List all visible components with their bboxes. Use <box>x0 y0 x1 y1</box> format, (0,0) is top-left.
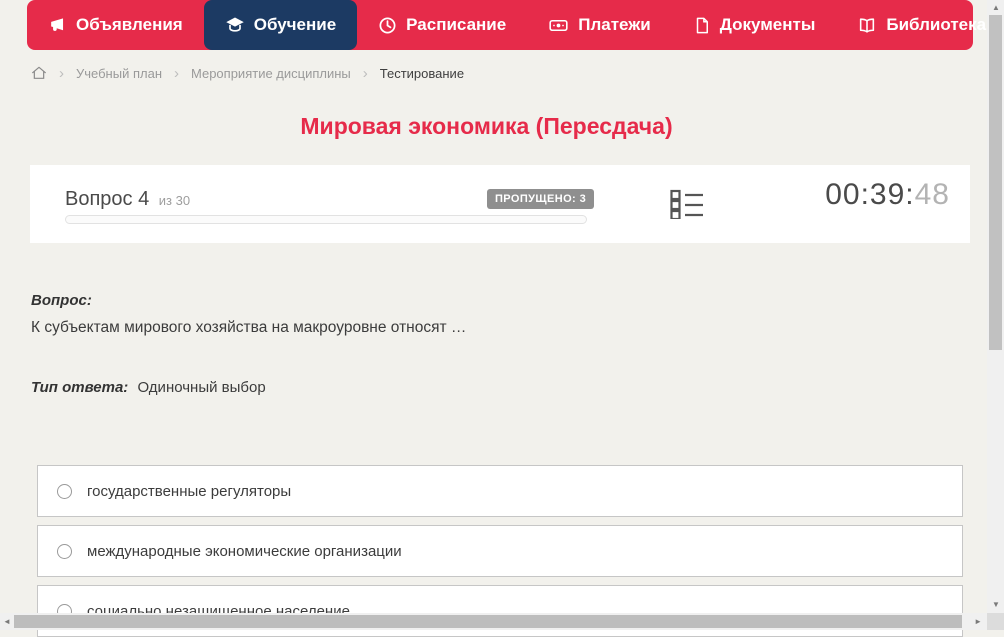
nav-item-learning[interactable]: Обучение <box>204 0 357 50</box>
nav-item-label: Обучение <box>254 15 336 35</box>
radio-button-icon[interactable] <box>57 544 72 559</box>
answer-type-value: Одиночный выбор <box>137 379 265 396</box>
question-total-label: из 30 <box>159 193 190 208</box>
progress-bar <box>65 215 587 224</box>
question-label: Вопрос: <box>31 292 92 309</box>
answer-type-label: Тип ответа: <box>31 379 128 396</box>
nav-item-schedule[interactable]: Расписание <box>357 0 527 50</box>
answer-option-label: государственные регуляторы <box>87 483 291 500</box>
question-number-label: Вопрос 4 <box>65 188 149 210</box>
breadcrumb-item-testing: Тестирование <box>380 66 464 81</box>
question-header-card: Вопрос 4 из 30 ПРОПУЩЕНО: 3 00:39:48 <box>30 165 970 243</box>
question-text: К субъектам мирового хозяйства на макроу… <box>31 319 466 337</box>
scroll-left-arrow-icon[interactable]: ◄ <box>3 618 11 626</box>
nav-item-label: Объявления <box>76 15 183 35</box>
scroll-up-arrow-icon[interactable]: ▲ <box>992 4 1000 12</box>
nav-item-announcements[interactable]: Объявления <box>27 0 204 50</box>
nav-item-documents[interactable]: Документы <box>672 0 837 50</box>
timer-seconds: 48 <box>915 178 950 211</box>
scrollbar-corner <box>987 613 1004 630</box>
question-number: Вопрос 4 из 30 <box>65 188 190 211</box>
breadcrumb-item-discipline-event[interactable]: Мероприятие дисциплины <box>191 66 351 81</box>
nav-item-library[interactable]: Библиотека ▾ <box>836 0 1004 50</box>
breadcrumb-item-curriculum[interactable]: Учебный план <box>76 66 162 81</box>
vertical-scrollbar[interactable]: ▲ ▼ <box>987 0 1004 613</box>
vertical-scrollbar-thumb[interactable] <box>989 15 1002 350</box>
radio-button-icon[interactable] <box>57 484 72 499</box>
breadcrumb-separator-icon: › <box>59 66 64 81</box>
graduation-cap-icon <box>225 15 245 35</box>
nav-item-label: Расписание <box>406 15 506 35</box>
scroll-right-arrow-icon[interactable]: ► <box>974 618 982 626</box>
answers-list: государственные регуляторы международные… <box>37 465 963 637</box>
nav-item-label: Документы <box>720 15 816 35</box>
scroll-down-arrow-icon[interactable]: ▼ <box>992 601 1000 609</box>
answer-option[interactable]: международные экономические организации <box>37 525 963 577</box>
question-list-button[interactable] <box>670 189 704 224</box>
horizontal-scrollbar[interactable]: ◄ ► <box>0 613 987 630</box>
horizontal-scrollbar-thumb[interactable] <box>14 615 962 628</box>
home-icon[interactable] <box>31 65 47 81</box>
timer: 00:39:48 <box>825 178 950 212</box>
nav-item-label: Библиотека <box>886 15 986 35</box>
nav-item-payments[interactable]: Платежи <box>527 0 672 50</box>
document-icon <box>693 16 711 35</box>
nav-item-label: Платежи <box>578 15 651 35</box>
page-title: Мировая экономика (Пересдача) <box>0 113 973 140</box>
breadcrumb: › Учебный план › Мероприятие дисциплины … <box>31 61 464 85</box>
answer-option[interactable]: государственные регуляторы <box>37 465 963 517</box>
breadcrumb-separator-icon: › <box>363 66 368 81</box>
clock-icon <box>378 16 397 35</box>
timer-hhmm: 00:39: <box>825 178 914 211</box>
answer-type: Тип ответа: Одиночный выбор <box>31 379 266 396</box>
main-navbar: Объявления Обучение Расписание Платежи Д… <box>27 0 973 50</box>
banknote-icon <box>548 16 569 35</box>
answer-option-label: международные экономические организации <box>87 543 402 560</box>
skipped-badge: ПРОПУЩЕНО: 3 <box>487 189 594 209</box>
book-icon <box>857 16 877 35</box>
breadcrumb-separator-icon: › <box>174 66 179 81</box>
megaphone-icon <box>48 16 67 35</box>
